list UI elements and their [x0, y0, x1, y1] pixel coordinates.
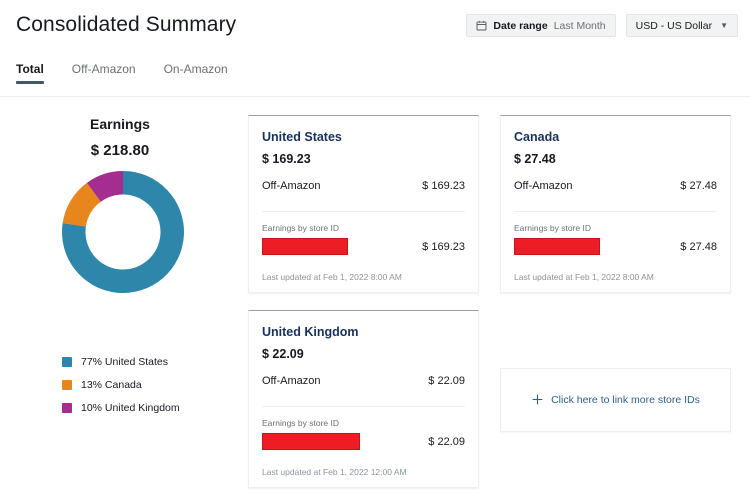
card-store-section-label: Earnings by store ID: [262, 223, 340, 233]
chart-legend: 77% United States 13% Canada 10% United …: [62, 356, 180, 414]
country-card-canada[interactable]: Canada $ 27.48 Off-Amazon $ 27.48 Earnin…: [500, 115, 731, 293]
card-divider: [262, 406, 465, 407]
chart-total-amount: $ 218.80: [90, 142, 150, 159]
date-range-button[interactable]: Date range Last Month: [466, 14, 616, 37]
card-last-updated: Last updated at Feb 1, 2022 8:00 AM: [262, 272, 402, 282]
legend-item-canada: 13% Canada: [62, 379, 180, 391]
earnings-donut-chart: [62, 171, 184, 293]
store-amount: $ 27.48: [680, 240, 717, 253]
currency-value: USD - US Dollar: [635, 19, 713, 32]
card-channel-label: Off-Amazon: [262, 375, 321, 387]
card-total-amount: $ 22.09: [262, 347, 304, 361]
link-more-store-ids-label: Click here to link more store IDs: [551, 394, 700, 406]
card-total-amount: $ 27.48: [514, 152, 556, 166]
tab-on-amazon[interactable]: On-Amazon: [164, 62, 228, 84]
page-header: Consolidated Summary Date range Last Mon…: [0, 0, 750, 97]
plus-icon: [531, 393, 544, 408]
card-channel-label: Off-Amazon: [262, 180, 321, 192]
card-title: Canada: [514, 130, 560, 144]
card-store-row: $ 169.23: [262, 238, 465, 255]
tab-off-amazon[interactable]: Off-Amazon: [72, 62, 136, 84]
chart-title: Earnings: [90, 116, 150, 132]
calendar-icon: [476, 20, 487, 31]
card-store-row: $ 22.09: [262, 433, 465, 450]
card-channel-label: Off-Amazon: [514, 180, 573, 192]
legend-item-united-states: 77% United States: [62, 356, 180, 368]
card-store-section-label: Earnings by store ID: [514, 223, 592, 233]
currency-select[interactable]: USD - US Dollar ▼: [625, 14, 738, 37]
store-id-redaction: [514, 238, 600, 255]
tab-total[interactable]: Total: [16, 62, 44, 84]
legend-label-canada: 13% Canada: [81, 379, 142, 391]
card-title: United States: [262, 130, 342, 144]
card-last-updated: Last updated at Feb 1, 2022 12:00 AM: [262, 467, 407, 477]
card-store-row: $ 27.48: [514, 238, 717, 255]
card-channel-amount: $ 27.48: [680, 180, 717, 192]
card-title: United Kingdom: [262, 325, 359, 339]
earnings-chart-panel: Earnings $ 218.80 77% United States 13% …: [0, 98, 240, 504]
store-amount: $ 22.09: [428, 435, 465, 448]
country-card-united-states[interactable]: United States $ 169.23 Off-Amazon $ 169.…: [248, 115, 479, 293]
card-divider: [262, 211, 465, 212]
country-card-united-kingdom[interactable]: United Kingdom $ 22.09 Off-Amazon $ 22.0…: [248, 310, 479, 488]
link-more-store-ids-button[interactable]: Click here to link more store IDs: [500, 368, 731, 432]
legend-swatch-united-kingdom: [62, 403, 72, 413]
header-controls: Date range Last Month USD - US Dollar ▼: [466, 14, 738, 37]
card-channel-row: Off-Amazon $ 27.48: [514, 180, 717, 192]
card-channel-row: Off-Amazon $ 169.23: [262, 180, 465, 192]
chevron-down-icon: ▼: [720, 21, 728, 30]
card-total-amount: $ 169.23: [262, 152, 311, 166]
date-range-value: Last Month: [553, 19, 606, 32]
card-last-updated: Last updated at Feb 1, 2022 8:00 AM: [514, 272, 654, 282]
card-channel-amount: $ 169.23: [422, 180, 465, 192]
card-channel-amount: $ 22.09: [428, 375, 465, 387]
legend-swatch-canada: [62, 380, 72, 390]
legend-item-united-kingdom: 10% United Kingdom: [62, 402, 180, 414]
store-id-redaction: [262, 433, 360, 450]
legend-swatch-united-states: [62, 357, 72, 367]
card-store-section-label: Earnings by store ID: [262, 418, 340, 428]
page-title: Consolidated Summary: [16, 13, 237, 36]
store-amount: $ 169.23: [422, 240, 465, 253]
consolidated-summary-page: Consolidated Summary Date range Last Mon…: [0, 0, 750, 504]
card-divider: [514, 211, 717, 212]
store-id-redaction: [262, 238, 348, 255]
tab-bar: Total Off-Amazon On-Amazon: [16, 62, 228, 84]
legend-label-united-states: 77% United States: [81, 356, 168, 368]
legend-label-united-kingdom: 10% United Kingdom: [81, 402, 180, 414]
date-range-label: Date range: [493, 19, 548, 32]
card-channel-row: Off-Amazon $ 22.09: [262, 375, 465, 387]
